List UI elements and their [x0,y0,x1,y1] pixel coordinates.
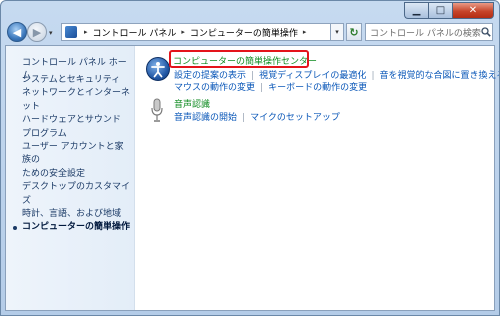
sidebar-item-hardware-sound[interactable]: ハードウェアとサウンド [22,114,132,127]
refresh-button[interactable]: ↻ [346,23,362,41]
back-button[interactable]: ◀ [7,22,27,42]
microphone-icon [150,98,164,124]
search-box[interactable]: コントロール パネルの検索 [365,23,493,41]
ease-of-access-center-link[interactable]: コンピューターの簡単操作センター [173,54,317,67]
caption-buttons: ▁ □ ✕ [404,2,494,19]
task-link[interactable]: マウスの動作の変更 [174,83,255,93]
speech-recognition-link[interactable]: 音声認識 [174,97,210,110]
sidebar-item-label: コンピューターの簡単操作 [22,222,131,233]
breadcrumb-arrow-icon[interactable]: ▸ [181,28,185,36]
recent-pages-dropdown[interactable]: ▾ [49,29,53,37]
task-links-row-2: マウスの動作の変更 | キーボードの動作の変更 [174,83,368,93]
minimize-button[interactable]: ▁ [404,2,428,19]
navigation-bar: ◀ ▶ ▾ ▸ コントロール パネル ▸ コンピューターの簡単操作 ▸ ▾ ↻ … [1,21,499,47]
search-input[interactable]: コントロール パネルの検索 [366,26,481,39]
sidebar-item-programs[interactable]: プログラム [22,128,132,141]
address-dropdown-button[interactable]: ▾ [331,23,344,41]
task-link[interactable]: キーボードの動作の変更 [268,83,367,93]
forward-button[interactable]: ▶ [27,22,47,42]
current-page-bullet-icon [13,226,17,231]
control-panel-window: ▁ □ ✕ ◀ ▶ ▾ ▸ コントロール パネル ▸ コンピューターの簡単操作 … [0,0,500,316]
main-panel: コンピューターの簡単操作センター 設定の提案の表示 | 視覚ディスプレイの最適化 | 音… [134,46,499,310]
sidebar-item-system-security[interactable]: システムとセキュリティ [22,74,132,87]
task-link[interactable]: 音声認識の開始 [174,113,237,123]
breadcrumb-arrow-icon[interactable]: ▸ [84,28,88,36]
sidebar-category-list: システムとセキュリティ ネットワークとインターネット ハードウェアとサウンド プ… [13,74,132,235]
sidebar: コントロール パネル ホーム システムとセキュリティ ネットワークとインターネッ… [6,46,135,310]
close-button[interactable]: ✕ [452,2,494,19]
breadcrumb-control-panel[interactable]: コントロール パネル [92,26,178,39]
content-area: コントロール パネル ホーム システムとセキュリティ ネットワークとインターネッ… [5,45,499,311]
task-link[interactable]: 音を視覚的な合図に置き換える設定 [379,71,499,81]
control-panel-icon [65,26,77,38]
breadcrumb-ease-of-access[interactable]: コンピューターの簡単操作 [189,26,299,39]
task-link[interactable]: マイクのセットアップ [250,113,340,123]
sidebar-item-clock-language[interactable]: 時計、言語、および地域 [22,208,132,221]
search-icon[interactable] [481,24,492,40]
breadcrumb-arrow-icon[interactable]: ▸ [303,28,307,36]
address-bar[interactable]: ▸ コントロール パネル ▸ コンピューターの簡単操作 ▸ [61,23,331,41]
ease-of-access-icon [146,57,170,81]
sidebar-item-personalization[interactable]: デスクトップのカスタマイズ [22,181,132,208]
sidebar-item-user-accounts[interactable]: ユーザー アカウントと家族の [22,141,132,168]
sidebar-item-network-internet[interactable]: ネットワークとインターネット [22,87,132,114]
maximize-button[interactable]: □ [428,2,452,19]
sidebar-item-ease-of-access: コンピューターの簡単操作 [13,221,132,234]
task-links-row-3: 音声認識の開始 | マイクのセットアップ [174,113,340,123]
sidebar-item-user-accounts-cont[interactable]: ための安全設定 [22,168,132,181]
